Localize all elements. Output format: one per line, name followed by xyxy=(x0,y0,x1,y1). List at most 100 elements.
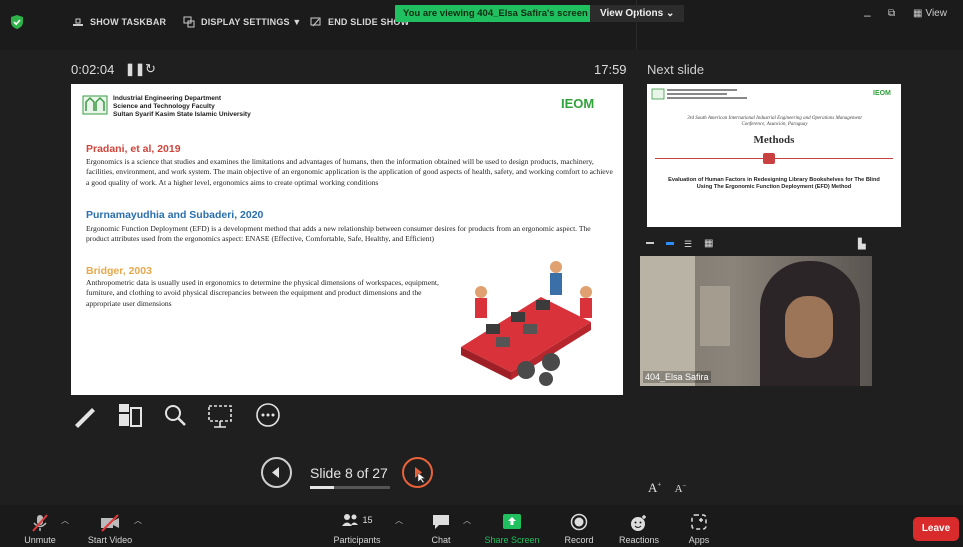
chat-caret-icon[interactable]: ︿ xyxy=(463,515,471,526)
participant-face xyxy=(785,296,833,358)
decrease-font-label: A xyxy=(674,483,683,495)
unmute-button[interactable]: Unmute xyxy=(5,505,75,547)
grid-view-icon: ▦ xyxy=(913,8,923,19)
section-title: Pradani, et al, 2019 xyxy=(86,143,181,155)
chat-button[interactable]: Chat xyxy=(406,505,476,547)
header-text-line xyxy=(667,93,727,95)
camera-off-icon xyxy=(101,514,119,532)
pen-tool-button[interactable] xyxy=(72,402,98,433)
smiley-icon xyxy=(631,515,646,531)
room-shelf xyxy=(700,286,730,346)
font-size-controls: A+ A− xyxy=(648,480,687,496)
black-screen-icon xyxy=(119,404,142,427)
chat-icon xyxy=(433,515,449,529)
section-body: Ergonomics is a science that studies and… xyxy=(86,157,613,187)
dept-line: Sultan Syarif Kasim State Islamic Univer… xyxy=(113,111,251,118)
display-settings-label: DISPLAY SETTINGS ▼ xyxy=(201,17,302,27)
next-slide-subtitle: Evaluation of Human Factors in Redesigni… xyxy=(668,177,880,190)
view-options-dropdown[interactable]: View Options ⌄ xyxy=(590,5,685,22)
view-label: View xyxy=(925,8,947,19)
microphone-muted-icon xyxy=(32,514,48,532)
apps-label: Apps xyxy=(688,535,710,545)
decrease-font-button[interactable]: A− xyxy=(674,481,687,495)
participants-button[interactable]: 15 Participants xyxy=(322,505,392,547)
taskbar-icon xyxy=(73,18,83,26)
magnifier-button[interactable] xyxy=(162,402,188,433)
increase-font-button[interactable]: A+ xyxy=(648,480,661,495)
elapsed-timer: 0:02:04 xyxy=(71,62,115,77)
chat-label: Chat xyxy=(431,535,451,545)
methods-heading: Methods xyxy=(753,134,795,146)
gallery-view-icon[interactable]: ▦ xyxy=(704,238,713,249)
start-video-label: Start Video xyxy=(87,535,133,545)
participant-name: 404_Elsa Safira xyxy=(643,371,711,383)
start-video-button[interactable]: Start Video xyxy=(75,505,145,547)
apps-button[interactable]: Apps xyxy=(664,505,734,547)
previous-slide-button[interactable] xyxy=(261,457,292,488)
pen-icon xyxy=(75,408,95,428)
header-text-line xyxy=(667,97,747,99)
shield-icon xyxy=(11,15,23,29)
header-text-line xyxy=(667,89,737,91)
university-logo xyxy=(82,95,108,115)
participant-count: 15 xyxy=(362,515,373,525)
minimize-icon[interactable]: – xyxy=(864,8,871,22)
screen-icon xyxy=(208,405,232,428)
unmute-label: Unmute xyxy=(24,535,56,545)
leave-button[interactable]: Leave xyxy=(913,517,959,541)
show-taskbar-label: SHOW TASKBAR xyxy=(90,17,167,27)
participant-video[interactable]: 404_Elsa Safira xyxy=(640,256,872,386)
meeting-controls-bar: Unmute ︿ Start Video ︿ 15 Participants ︿… xyxy=(0,505,963,547)
black-screen-button[interactable] xyxy=(117,402,143,433)
participants-label: Participants xyxy=(333,535,381,545)
subtitles-button[interactable] xyxy=(207,402,235,435)
share-screen-label: Share Screen xyxy=(484,535,540,545)
arrow-left-icon xyxy=(272,467,279,478)
section-title: Purnamayudhia and Subaderi, 2020 xyxy=(86,209,264,221)
swap-view-icon[interactable]: ▙ xyxy=(858,239,866,250)
room-wall xyxy=(640,256,695,386)
active-speaker-icon[interactable] xyxy=(666,242,674,245)
reset-timer-icon[interactable]: ↻ xyxy=(145,61,156,77)
slide-progress-fill xyxy=(310,486,334,489)
section-title: Bridger, 2003 xyxy=(86,265,152,277)
department-header: Industrial Engineering Department Scienc… xyxy=(113,95,251,119)
more-icon xyxy=(256,403,280,427)
slide-counter: Slide 8 of 27 xyxy=(310,465,388,481)
more-options-button[interactable] xyxy=(255,402,281,433)
view-button[interactable]: ▦ View xyxy=(913,8,947,19)
magnifier-icon xyxy=(165,405,186,426)
display-settings-button[interactable]: DISPLAY SETTINGS ▼ xyxy=(183,16,302,28)
minimize-video-icon[interactable] xyxy=(646,242,654,244)
audio-options-caret-icon[interactable]: ︿ xyxy=(61,515,69,526)
participants-caret-icon[interactable]: ︿ xyxy=(395,515,403,526)
section-marker xyxy=(763,153,775,164)
next-slide-label: Next slide xyxy=(647,62,705,77)
show-taskbar-button[interactable]: SHOW TASKBAR xyxy=(72,16,166,28)
video-view-controls: ☰ ▦ ▙ xyxy=(640,238,902,256)
share-screen-icon xyxy=(503,514,521,529)
ergonomics-illustration xyxy=(461,261,592,386)
dept-line: Industrial Engineering Department xyxy=(113,95,222,102)
viewing-screen-banner: You are viewing 404_Elsa Safira's screen xyxy=(395,5,596,22)
next-slide-preview[interactable]: IEOM 3rd South American International In… xyxy=(647,84,901,227)
increase-font-label: A xyxy=(648,480,658,495)
share-screen-button[interactable]: Share Screen xyxy=(477,505,547,547)
dept-line: Science and Technology Faculty xyxy=(113,103,215,110)
slide-progress-bar xyxy=(310,486,390,489)
next-slide-button[interactable] xyxy=(402,457,433,488)
pause-timer-icon[interactable]: ❚❚ xyxy=(125,62,145,76)
participants-icon xyxy=(342,514,359,526)
stacked-view-icon[interactable]: ☰ xyxy=(684,239,692,250)
top-separator xyxy=(636,0,637,50)
ieom-logo: IEOM xyxy=(873,90,891,97)
ieom-logo: IEOM xyxy=(561,96,595,111)
apps-icon xyxy=(691,514,707,530)
top-toolbar: SHOW TASKBAR DISPLAY SETTINGS ▼ END SLID… xyxy=(0,0,963,50)
section-body: Anthropometric data is usually used in e… xyxy=(86,278,439,308)
section-body: Ergonomic Function Deployment (EFD) is a… xyxy=(86,224,591,244)
conference-text: 3rd South American International Industr… xyxy=(687,116,862,127)
restore-icon[interactable]: ⧉ xyxy=(888,8,895,19)
video-options-caret-icon[interactable]: ︿ xyxy=(134,515,142,526)
display-settings-icon xyxy=(183,16,195,28)
